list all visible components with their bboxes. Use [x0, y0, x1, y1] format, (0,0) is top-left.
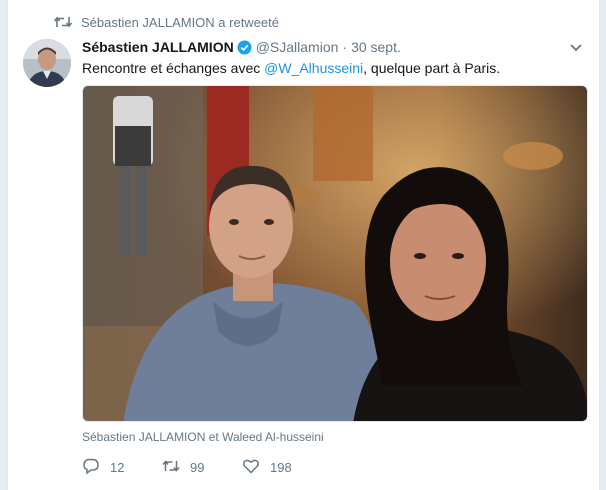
- chevron-down-icon[interactable]: [568, 39, 584, 55]
- tweet-photo[interactable]: [82, 85, 588, 422]
- retweet-context-text[interactable]: Sébastien JALLAMION a retweeté: [81, 15, 279, 30]
- reply-count: 12: [110, 459, 125, 475]
- tweet-actions: 12 99 198: [82, 457, 322, 477]
- like-count: 198: [270, 459, 292, 475]
- retweet-icon: [54, 15, 72, 29]
- header-separator: ·: [342, 39, 348, 55]
- tweet-text: Rencontre et échanges avec @W_Alhusseini…: [82, 59, 500, 77]
- tweet-card[interactable]: Sébastien JALLAMION a retweeté Sébastien…: [7, 0, 600, 490]
- mention-link[interactable]: @W_Alhusseini: [264, 60, 363, 76]
- reply-icon: [82, 457, 110, 478]
- tweet-header: Sébastien JALLAMION @SJallamion · 30 sep…: [82, 37, 587, 57]
- tweet-timestamp[interactable]: 30 sept.: [351, 39, 401, 55]
- avatar[interactable]: [23, 39, 71, 87]
- retweet-button[interactable]: 99: [162, 457, 242, 478]
- tweet-text-after: , quelque part à Paris.: [363, 60, 501, 76]
- reply-button[interactable]: 12: [82, 457, 162, 478]
- heart-icon: [242, 457, 270, 478]
- photo-caption[interactable]: Sébastien JALLAMION et Waleed Al-hussein…: [82, 430, 324, 444]
- retweet-icon: [162, 457, 190, 478]
- tweet-text-before: Rencontre et échanges avec: [82, 60, 265, 76]
- author-handle[interactable]: @SJallamion: [256, 39, 339, 55]
- like-button[interactable]: 198: [242, 457, 322, 478]
- retweet-context: Sébastien JALLAMION a retweeté: [54, 12, 279, 32]
- verified-badge-icon: [237, 40, 252, 55]
- author-fullname[interactable]: Sébastien JALLAMION: [82, 39, 234, 55]
- retweet-count: 99: [190, 459, 205, 475]
